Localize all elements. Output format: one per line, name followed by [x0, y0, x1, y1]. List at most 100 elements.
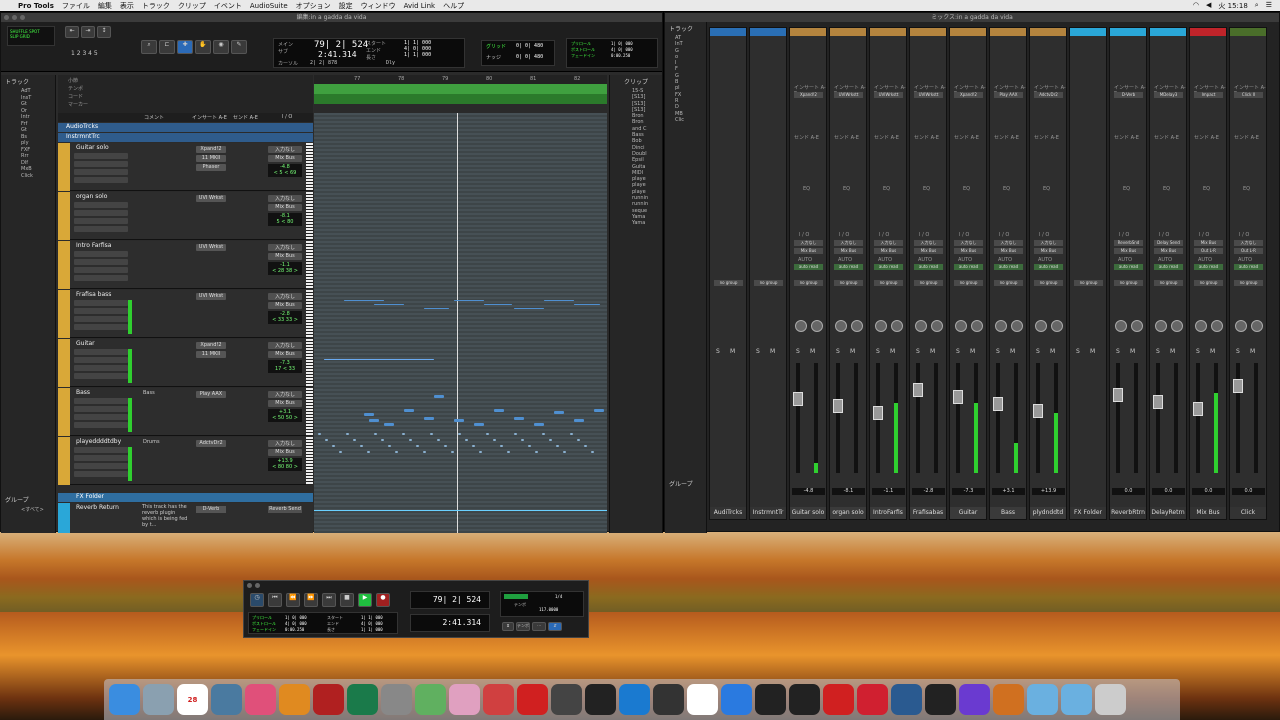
- track-header[interactable]: Bass Bass Play AAX 入力なし Mix Bus +3.1 < 50 50 >: [58, 388, 313, 436]
- volume-readout[interactable]: 0.0: [1232, 488, 1265, 495]
- channel-output[interactable]: Mix Bus: [1034, 248, 1063, 254]
- volume-readout[interactable]: 0.0: [1192, 488, 1225, 495]
- scrubber-tool-icon[interactable]: ◉: [213, 40, 229, 54]
- channel-input[interactable]: 入力なし: [914, 240, 943, 246]
- reverb-track-name[interactable]: Reverb Return: [76, 504, 119, 511]
- channel-input[interactable]: Delay Send: [1154, 240, 1183, 246]
- transport-sub-counter[interactable]: 2:41.314: [410, 614, 490, 632]
- playlist-button[interactable]: [74, 422, 128, 428]
- solo-button[interactable]: S: [956, 348, 960, 355]
- fadein-label[interactable]: フェードイン: [252, 627, 276, 632]
- group-all[interactable]: <すべて>: [1, 506, 55, 513]
- track-header[interactable]: Guitar Xpand!2 11 MKII 入力なし Mix Bus -7.3 17 < …: [58, 339, 313, 387]
- calendar-icon[interactable]: 28: [177, 684, 208, 715]
- playlist-button[interactable]: [74, 324, 128, 330]
- solo-button[interactable]: S: [1116, 348, 1120, 355]
- channel-name[interactable]: IntroFarfis: [870, 507, 906, 519]
- close-icon[interactable]: [4, 15, 9, 20]
- midi-merge-icon[interactable]: ⇵: [548, 622, 562, 631]
- channel-insert[interactable]: Xpand!2: [954, 92, 983, 98]
- track-list-item[interactable]: Click: [21, 173, 55, 180]
- playlist-button[interactable]: [74, 177, 128, 183]
- mixer-channel[interactable]: インサート A-EUVIWrksttセンド A-EEQI / O入力なしMix …: [909, 27, 947, 520]
- rec-button[interactable]: [74, 153, 128, 159]
- mute-button[interactable]: M: [850, 348, 855, 355]
- rec-button[interactable]: [74, 349, 128, 355]
- pan-knob-right[interactable]: [971, 320, 983, 332]
- rec-button[interactable]: [74, 251, 128, 257]
- preview-icon[interactable]: [211, 684, 242, 715]
- mute-button[interactable]: M: [730, 348, 735, 355]
- finder-icon[interactable]: [109, 684, 140, 715]
- group-selector[interactable]: no group: [914, 280, 943, 286]
- reverb-insert[interactable]: D-Verb: [196, 506, 226, 513]
- group-selector[interactable]: no group: [1194, 280, 1223, 286]
- folder-instrument[interactable]: InstrmntTrc: [58, 133, 313, 142]
- automation-mode[interactable]: auto read: [794, 264, 823, 270]
- automation-mode[interactable]: auto read: [1154, 264, 1183, 270]
- ew-icon[interactable]: [823, 684, 854, 715]
- rtz-icon[interactable]: ⏮: [268, 593, 282, 607]
- camera-icon[interactable]: [755, 684, 786, 715]
- track-header[interactable]: playeddddtdby Drums AdctvDr2 入力なし Mix Bus +13…: [58, 437, 313, 485]
- solo-button[interactable]: S: [836, 348, 840, 355]
- channel-name[interactable]: plydnddtd: [1030, 507, 1066, 519]
- pan-knob-left[interactable]: [955, 320, 967, 332]
- mute-button[interactable]: [74, 414, 128, 420]
- guitar-icon[interactable]: [483, 684, 514, 715]
- solo-button[interactable]: S: [716, 348, 720, 355]
- main-counter[interactable]: 79| 2| 524: [314, 40, 368, 50]
- tempo-button[interactable]: テンポ: [516, 622, 530, 631]
- transport-min-icon[interactable]: [255, 583, 260, 588]
- mixer-channel[interactable]: インサート A-EMDelay3センド A-EEQI / ODelay Send…: [1149, 27, 1187, 520]
- zoom-icon[interactable]: [20, 15, 25, 20]
- pan-knob-right[interactable]: [811, 320, 823, 332]
- output-selector[interactable]: Mix Bus: [268, 302, 302, 309]
- channel-input[interactable]: 入力なし: [1034, 240, 1063, 246]
- pan-knob-right[interactable]: [931, 320, 943, 332]
- reverb-track-header[interactable]: Reverb Return This track has the reverb …: [58, 503, 313, 533]
- channel-name[interactable]: AudiTrcks: [710, 507, 746, 519]
- menu-view[interactable]: 表示: [120, 1, 134, 11]
- volume-readout[interactable]: -8.1: [832, 488, 865, 495]
- fast-forward-icon[interactable]: ⏩: [304, 593, 318, 607]
- solo-button[interactable]: S: [1196, 348, 1200, 355]
- channel-insert[interactable]: AdctvDr2: [1034, 92, 1063, 98]
- rewind-icon[interactable]: ⏪: [286, 593, 300, 607]
- fader-cap[interactable]: [1033, 404, 1043, 418]
- mixer-channel[interactable]: インサート A-EImpactセンド A-EEQI / OMix BusOut …: [1189, 27, 1227, 520]
- solo-button[interactable]: S: [1236, 348, 1240, 355]
- link-icon[interactable]: [891, 684, 922, 715]
- insert-slot[interactable]: UVI Wrkst: [196, 293, 226, 300]
- solo-button[interactable]: S: [876, 348, 880, 355]
- group-selector[interactable]: no group: [1154, 280, 1183, 286]
- grabber-tool-icon[interactable]: ✋: [195, 40, 211, 54]
- menu-file[interactable]: ファイル: [62, 1, 90, 11]
- output-selector[interactable]: Mix Bus: [268, 204, 302, 211]
- playhead[interactable]: [457, 113, 458, 533]
- pan-knob-right[interactable]: [1211, 320, 1223, 332]
- grid-nudge-panel[interactable]: グリッド 0| 0| 480 ナッジ 0| 0| 480: [481, 40, 555, 66]
- mute-button[interactable]: M: [1170, 348, 1175, 355]
- channel-input[interactable]: Mix Bus: [1194, 240, 1223, 246]
- mute-button[interactable]: [74, 267, 128, 273]
- pan-knob-left[interactable]: [1115, 320, 1127, 332]
- mixer-channel[interactable]: no group S M InstrmntTr: [749, 27, 787, 520]
- channel-name[interactable]: organ solo: [830, 507, 866, 519]
- solo-button[interactable]: S: [1076, 348, 1080, 355]
- channel-output[interactable]: Mix Bus: [914, 248, 943, 254]
- solo-button[interactable]: S: [1036, 348, 1040, 355]
- mixer-channel[interactable]: インサート A-EXpand!2センド A-EEQI / O入力なしMix Bu…: [789, 27, 827, 520]
- group-selector[interactable]: no group: [994, 280, 1023, 286]
- edit-modes[interactable]: SHUFFLE SPOT SLIP GRID: [7, 26, 55, 46]
- output-selector[interactable]: Mix Bus: [268, 155, 302, 162]
- fader-cap[interactable]: [993, 397, 1003, 411]
- fader-cap[interactable]: [833, 399, 843, 413]
- countoff-button[interactable]: ⋯: [532, 622, 546, 631]
- input-selector[interactable]: 入力なし: [268, 293, 302, 300]
- trim-tool-icon[interactable]: ⊏: [159, 40, 175, 54]
- launchpad-icon[interactable]: [143, 684, 174, 715]
- mute-button[interactable]: [74, 169, 128, 175]
- track-name[interactable]: Guitar solo: [76, 144, 109, 151]
- mix-track-list-item[interactable]: Clic: [675, 117, 706, 123]
